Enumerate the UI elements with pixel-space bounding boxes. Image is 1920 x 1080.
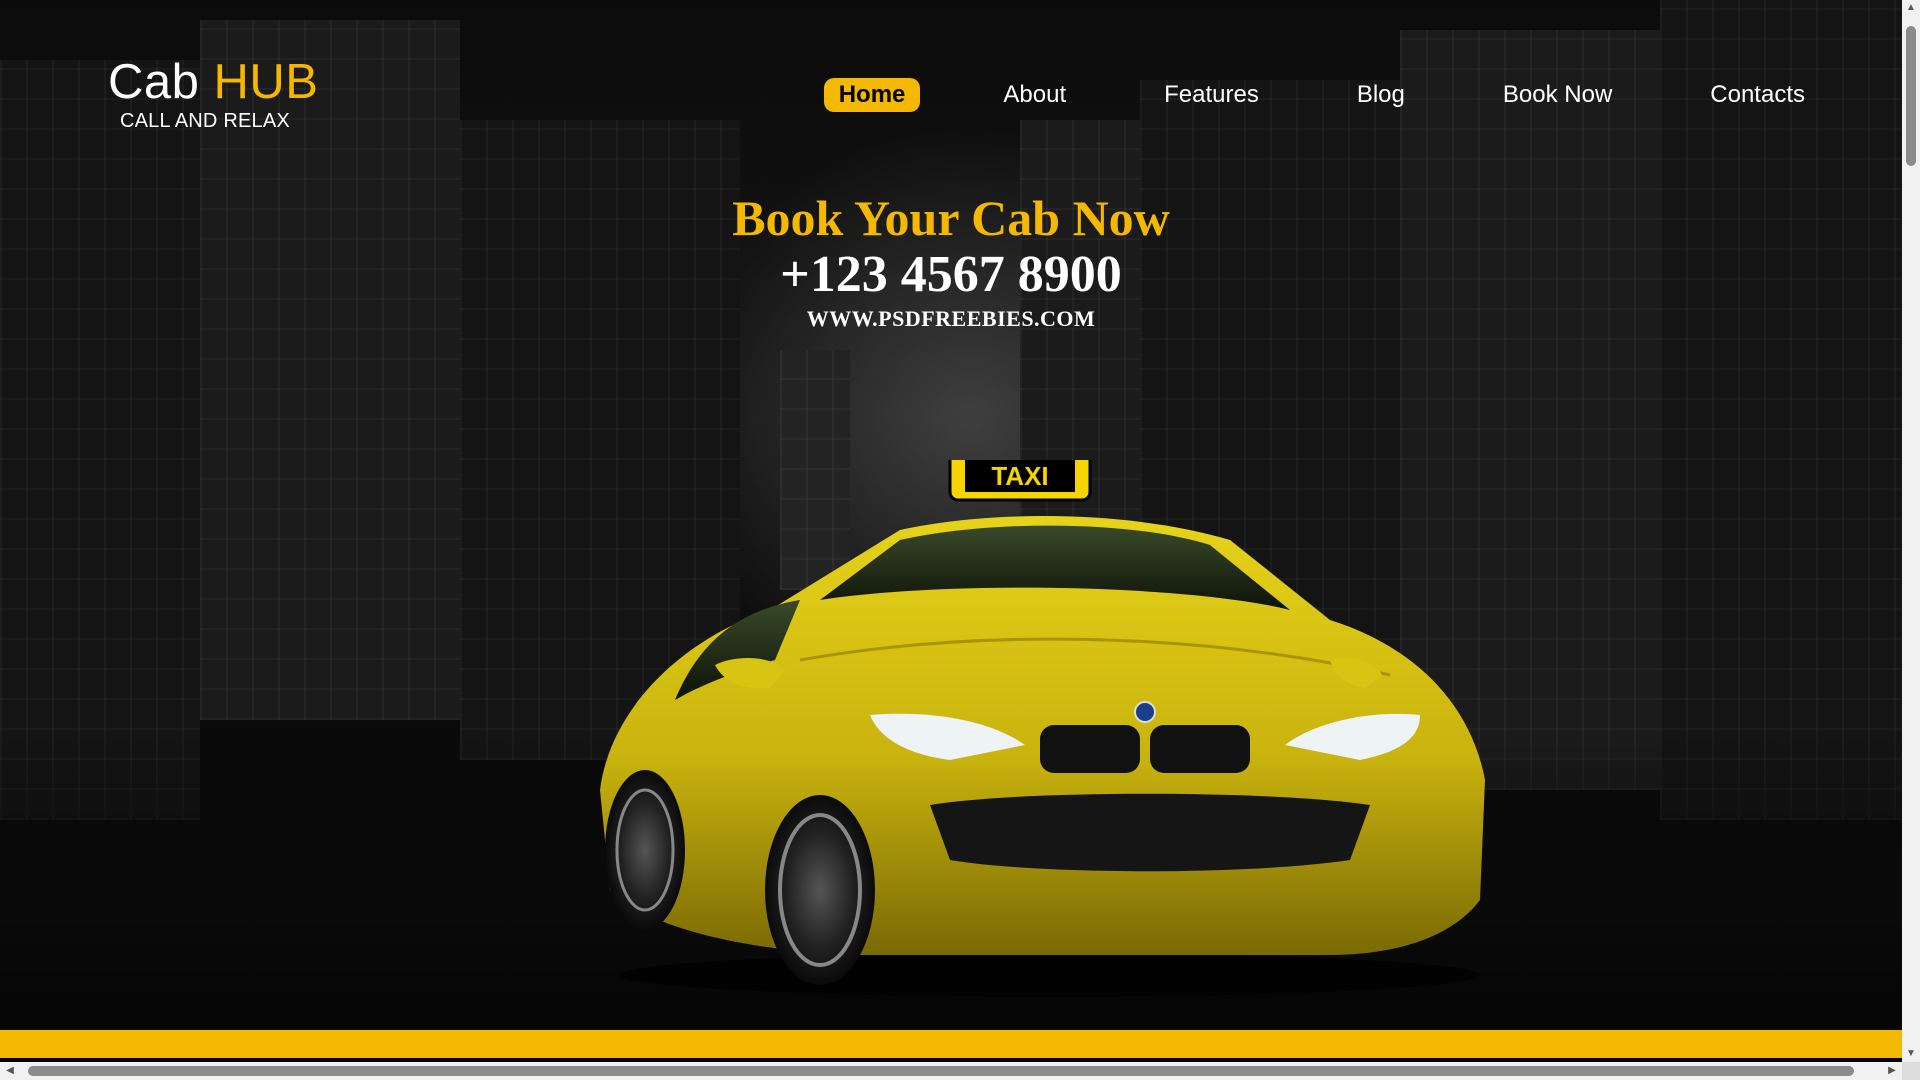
vertical-scroll-thumb[interactable]: [1906, 26, 1916, 166]
yellow-band: [0, 1030, 1902, 1058]
scrollbar-corner: [1902, 1062, 1920, 1080]
hero-background: Cab HUB CALL AND RELAX Home About Featur…: [0, 0, 1902, 1030]
chevron-down-icon[interactable]: ▼: [1906, 1048, 1916, 1060]
hero-title: Book Your Cab Now: [732, 190, 1170, 246]
chevron-left-icon[interactable]: ◀: [4, 1065, 16, 1077]
nav-item-features[interactable]: Features: [1149, 78, 1274, 112]
nav-item-home[interactable]: Home: [823, 78, 921, 112]
vertical-scrollbar[interactable]: ▲ ▼: [1902, 0, 1920, 1062]
building: [0, 60, 200, 820]
horizontal-scroll-thumb[interactable]: [28, 1066, 1854, 1076]
taxi-sign-text: TAXI: [991, 461, 1048, 491]
hero-headline: Book Your Cab Now +123 4567 8900 WWW.PSD…: [0, 188, 1902, 332]
logo-brand-hub: HUB: [213, 55, 319, 109]
nav-item-contacts[interactable]: Contacts: [1695, 78, 1820, 112]
chevron-up-icon[interactable]: ▲: [1906, 2, 1916, 14]
main-nav: Home About Features Blog Book Now Contac…: [823, 78, 1820, 112]
building: [1660, 0, 1902, 820]
logo-brand-cab: Cab: [108, 55, 200, 109]
nav-item-about[interactable]: About: [988, 78, 1081, 112]
taxi-car-image: TAXI: [600, 460, 1485, 997]
logo-brand: Cab HUB: [108, 54, 318, 110]
nav-item-blog[interactable]: Blog: [1342, 78, 1420, 112]
logo[interactable]: Cab HUB CALL AND RELAX: [108, 54, 318, 133]
logo-tagline: CALL AND RELAX: [120, 110, 290, 132]
nav-item-book-now[interactable]: Book Now: [1488, 78, 1627, 112]
chevron-right-icon[interactable]: ▶: [1886, 1065, 1898, 1077]
hero-phone[interactable]: +123 4567 8900: [0, 246, 1902, 304]
horizontal-scrollbar[interactable]: ◀ ▶: [0, 1062, 1902, 1080]
hero-website[interactable]: WWW.PSDFREEBIES.COM: [0, 306, 1902, 332]
